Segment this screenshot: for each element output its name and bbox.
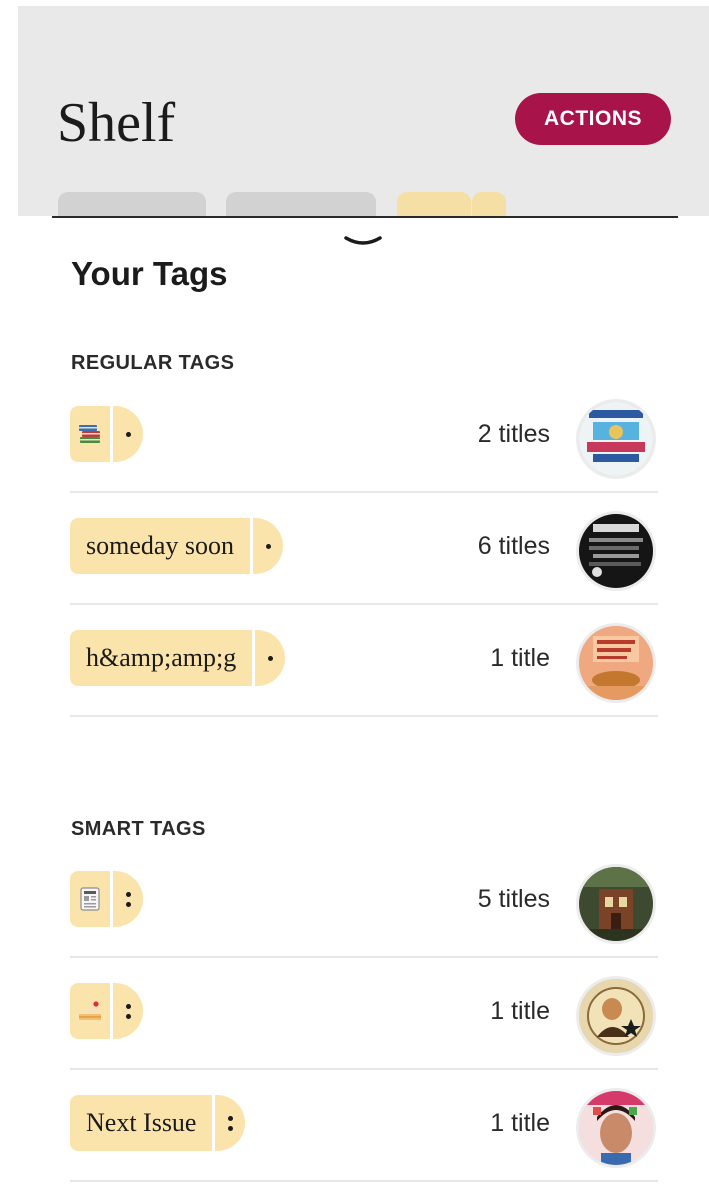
tag-chip-body[interactable] (70, 871, 110, 927)
dot-menu-icon (125, 431, 131, 437)
tag-chip[interactable]: h&amp;amp;g (70, 630, 286, 686)
title-count: 1 title (490, 997, 550, 1025)
row-divider (70, 715, 658, 717)
vertical-dots-icon (125, 1003, 131, 1019)
vertical-dots-icon (227, 1115, 233, 1131)
chevron-down-icon[interactable] (342, 234, 384, 248)
tag-chip[interactable] (70, 983, 143, 1039)
tag-chip[interactable]: Next Issue (70, 1095, 246, 1151)
tag-chip[interactable] (70, 871, 143, 927)
actions-button[interactable]: ACTIONS (515, 93, 671, 145)
title-count: 1 title (490, 1109, 550, 1137)
section-heading-smart: SMART TAGS (71, 818, 206, 840)
title-count: 5 titles (477, 885, 550, 913)
tag-menu-button[interactable] (113, 871, 143, 927)
tag-row[interactable]: h&amp;amp;g 1 title (70, 605, 658, 717)
tag-chip-label[interactable]: Next Issue (70, 1095, 213, 1151)
title-count: 6 titles (477, 532, 550, 560)
title-count: 1 title (490, 644, 550, 672)
tag-menu-button[interactable] (215, 1095, 246, 1151)
row-divider (70, 1180, 658, 1182)
sheet-title: Your Tags (71, 255, 228, 292)
tag-menu-button[interactable] (253, 518, 284, 574)
cover-thumb (576, 399, 656, 479)
tag-menu-button[interactable] (113, 406, 143, 462)
section-heading-regular: REGULAR TAGS (71, 352, 235, 374)
cake-emoji-icon (79, 1001, 101, 1020)
tag-row[interactable]: someday soon 6 titles (70, 493, 658, 605)
cover-thumb (576, 1088, 656, 1168)
title-count: 2 titles (477, 420, 550, 448)
tag-row[interactable]: Next Issue 1 title (70, 1070, 658, 1182)
tag-chip-label[interactable]: someday soon (70, 518, 251, 574)
tag-row[interactable]: 1 title (70, 958, 658, 1070)
cover-thumb (576, 864, 656, 944)
tag-chip-label[interactable]: h&amp;amp;g (70, 630, 253, 686)
tag-row[interactable]: 5 titles (70, 846, 658, 958)
dot-menu-icon (267, 655, 273, 661)
dot-menu-icon (265, 543, 271, 549)
vertical-dots-icon (125, 891, 131, 907)
sheet-border (52, 216, 678, 218)
tag-chip-body[interactable] (70, 406, 110, 462)
cover-thumb (576, 623, 656, 703)
tags-sheet: Your Tags REGULAR TAGS 2 titles someday … (18, 216, 708, 1193)
tag-menu-button[interactable] (255, 630, 286, 686)
tag-chip[interactable] (70, 406, 143, 462)
app-header: Shelf ACTIONS (18, 6, 709, 222)
tag-menu-button[interactable] (113, 983, 143, 1039)
books-emoji-icon (79, 425, 100, 443)
newspaper-emoji-icon (80, 887, 100, 911)
page-title: Shelf (57, 92, 176, 154)
tag-row[interactable]: 2 titles (70, 381, 658, 493)
cover-thumb (576, 976, 656, 1056)
cover-thumb (576, 511, 656, 591)
tag-chip[interactable]: someday soon (70, 518, 284, 574)
tag-chip-body[interactable] (70, 983, 110, 1039)
